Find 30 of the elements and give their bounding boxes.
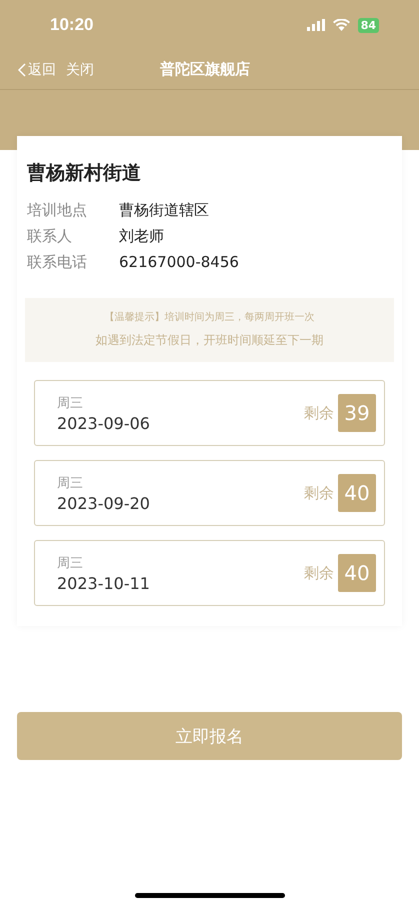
remaining-count: 39: [338, 394, 376, 432]
session-date: 2023-10-11: [57, 574, 150, 592]
remaining-count: 40: [338, 474, 376, 512]
session-option[interactable]: 周三 2023-09-20 剩余 40: [34, 460, 385, 526]
detail-label: 联系人: [27, 226, 73, 246]
session-weekday: 周三: [57, 554, 84, 572]
detail-value: 曹杨街道辖区: [119, 200, 209, 220]
battery-icon: 84: [358, 18, 379, 32]
detail-label: 联系电话: [27, 252, 88, 272]
notice-text: 如遇到法定节假日，开班时间顺延至下一期: [94, 332, 324, 349]
page-title: 普陀区旗舰店: [160, 60, 250, 79]
session-date: 2023-09-06: [57, 414, 150, 432]
signal-icon: [306, 19, 325, 31]
remaining-label: 剩余: [304, 564, 334, 582]
remaining-label: 剩余: [304, 404, 334, 422]
session-weekday: 周三: [57, 474, 84, 492]
remaining-label: 剩余: [304, 484, 334, 502]
chevron-left-icon: [18, 62, 26, 76]
session-option[interactable]: 周三 2023-09-06 剩余 39: [34, 380, 385, 446]
remaining-count: 40: [338, 554, 376, 592]
street-title: 曹杨新村街道: [26, 161, 142, 186]
detail-value: 62167000-8456: [119, 252, 239, 272]
session-option[interactable]: 周三 2023-10-11 剩余 40: [34, 540, 385, 606]
session-weekday: 周三: [57, 394, 84, 412]
status-time: 10:20: [50, 15, 94, 35]
detail-value: 刘老师: [119, 226, 164, 246]
wifi-icon: [332, 19, 350, 31]
detail-label: 培训地点: [27, 200, 88, 220]
session-date: 2023-09-20: [57, 494, 150, 512]
notice-text: 【温馨提示】培训时间为周三，每两周开班一次: [104, 310, 316, 325]
